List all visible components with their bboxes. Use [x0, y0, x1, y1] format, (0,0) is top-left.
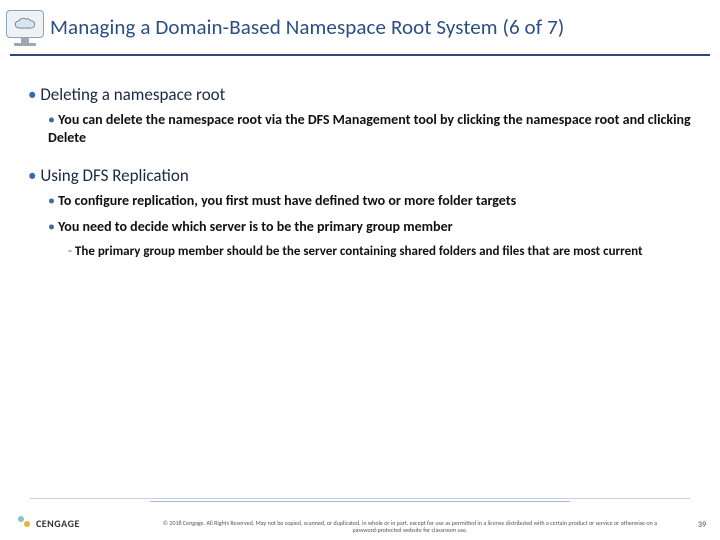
- monitor-screen: [6, 10, 44, 38]
- brand-logo-icon: [18, 516, 32, 530]
- header: Managing a Domain-Based Namespace Root S…: [0, 0, 720, 46]
- footer-divider: [30, 498, 690, 500]
- bullet-point: You can delete the namespace root via th…: [48, 111, 692, 147]
- cloud-icon: [12, 16, 38, 32]
- slide: Managing a Domain-Based Namespace Root S…: [0, 0, 720, 540]
- cloud-monitor-icon: [6, 10, 44, 46]
- slide-body: Deleting a namespace root You can delete…: [0, 56, 720, 262]
- bullet-heading: Using DFS Replication: [28, 165, 692, 186]
- bullet-point: You need to decide which server is to be…: [48, 218, 692, 236]
- slide-title: Managing a Domain-Based Namespace Root S…: [50, 10, 564, 40]
- copyright-text: © 2018 Cengage. All Rights Reserved. May…: [150, 520, 670, 534]
- page-number: 39: [698, 520, 706, 530]
- sub-bullet-point: The primary group member should be the s…: [68, 244, 692, 261]
- brand-name: CENGAGE: [36, 517, 80, 530]
- bullet-heading: Deleting a namespace root: [28, 84, 692, 105]
- brand-logo: CENGAGE: [18, 516, 80, 530]
- footer: CENGAGE © 2018 Cengage. All Rights Reser…: [0, 498, 720, 540]
- bullet-point: To configure replication, you first must…: [48, 192, 692, 210]
- monitor-stand-icon: [6, 38, 44, 46]
